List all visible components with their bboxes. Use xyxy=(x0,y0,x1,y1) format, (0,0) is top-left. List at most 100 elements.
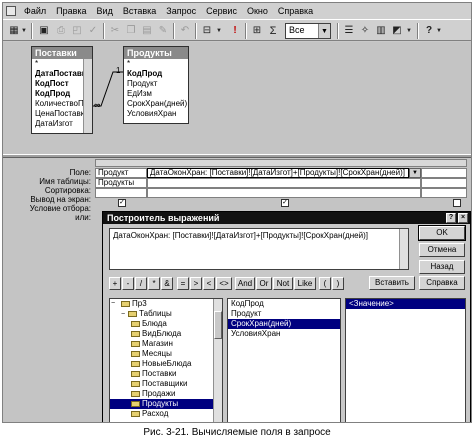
menu-view[interactable]: Вид xyxy=(92,6,118,16)
tree-item[interactable]: Расход xyxy=(110,409,222,419)
list-item-selected[interactable]: СрокХран(дней) xyxy=(228,319,340,329)
tree-item[interactable]: Месяцы xyxy=(110,349,222,359)
grid-field-cell[interactable]: Продукт xyxy=(95,168,147,178)
tree-item[interactable]: Поставщики xyxy=(110,379,222,389)
totals-icon[interactable]: Σ xyxy=(265,23,281,38)
chevron-down-icon[interactable]: ▼ xyxy=(318,24,330,38)
grid-sort-cell[interactable] xyxy=(147,188,421,198)
ok-button[interactable]: OK xyxy=(418,225,466,241)
operator-not-button[interactable]: Not xyxy=(273,277,293,290)
grid-field-cell-empty[interactable] xyxy=(421,168,467,178)
table-produkty[interactable]: Продукты * КодПрод Продукт ЕдИзм СрокХра… xyxy=(123,46,189,124)
menu-tools[interactable]: Сервис xyxy=(201,6,242,16)
scrollbar-thumb[interactable] xyxy=(214,311,222,339)
menu-window[interactable]: Окно xyxy=(242,6,273,16)
expression-folders-list[interactable]: − Пр3 − Таблицы Блюда ВидБлюда Магазин Мес… xyxy=(109,298,223,422)
grid-sort-cell[interactable] xyxy=(95,188,147,198)
format-painter-icon[interactable]: ✎ xyxy=(155,23,171,38)
operator-plus-button[interactable]: + xyxy=(109,277,121,290)
close-icon[interactable]: × xyxy=(458,213,468,223)
help-dropdown-icon[interactable]: ▼ xyxy=(435,23,443,38)
table-field[interactable]: СрокХран(дней) xyxy=(124,99,188,109)
show-table-icon[interactable]: ⊞ xyxy=(249,23,265,38)
tree-toggle-icon[interactable]: − xyxy=(111,299,115,309)
tree-toggle-icon[interactable]: − xyxy=(113,311,125,318)
copy-icon[interactable]: ❐ xyxy=(123,23,139,38)
operator-minus-button[interactable]: - xyxy=(122,277,134,290)
operator-like-button[interactable]: Like xyxy=(294,277,316,290)
chevron-down-icon[interactable]: ▼ xyxy=(409,168,421,178)
tree-item[interactable]: Магазин xyxy=(110,339,222,349)
menu-query[interactable]: Запрос xyxy=(161,6,201,16)
insert-button[interactable]: Вставить xyxy=(369,276,415,290)
table-field[interactable]: Продукт xyxy=(124,79,188,89)
grid-field-cell-calculated[interactable]: ДатаОконХран: [Поставки]![ДатаИзгот]+[Пр… xyxy=(147,168,409,178)
run-icon[interactable]: ! xyxy=(227,23,243,38)
operator-equal-button[interactable]: = xyxy=(177,277,189,290)
new-object-dropdown-icon[interactable]: ▼ xyxy=(405,23,413,38)
table-field[interactable]: ЕдИзм xyxy=(124,89,188,99)
tree-item[interactable]: Поставки xyxy=(110,369,222,379)
table-postavki[interactable]: Поставки * ДатаПоставки КодПост КодПрод … xyxy=(31,46,93,134)
cancel-button[interactable]: Отмена xyxy=(419,243,465,257)
table-field[interactable]: УсловияХран xyxy=(124,109,188,119)
menu-edit[interactable]: Правка xyxy=(51,6,91,16)
paste-icon[interactable]: ▤ xyxy=(139,23,155,38)
menu-insert[interactable]: Вставка xyxy=(118,6,161,16)
show-checkbox[interactable]: ✓ xyxy=(118,199,126,207)
query-type-icon[interactable]: ⊟ xyxy=(199,23,215,38)
list-item[interactable]: Продукт xyxy=(228,309,340,319)
undo-icon[interactable]: ↶ xyxy=(177,23,193,38)
save-icon[interactable]: ▣ xyxy=(36,23,52,38)
operator-open-paren-button[interactable]: ( xyxy=(319,277,331,290)
new-object-icon[interactable]: ◩ xyxy=(389,23,405,38)
expression-scrollbar[interactable] xyxy=(399,229,408,269)
help-button[interactable]: Справка xyxy=(419,276,465,290)
operator-concat-button[interactable]: & xyxy=(161,277,173,290)
help-icon[interactable]: ? xyxy=(446,213,456,223)
operator-and-button[interactable]: And xyxy=(235,277,255,290)
print-preview-icon[interactable]: ◰ xyxy=(69,23,85,38)
show-checkbox-empty[interactable] xyxy=(453,199,461,207)
list-item[interactable]: УсловияХран xyxy=(228,329,340,339)
list-item-selected[interactable]: <Значение> xyxy=(346,299,465,309)
query-type-dropdown-icon[interactable]: ▼ xyxy=(215,23,223,38)
operator-divide-button[interactable]: / xyxy=(135,277,147,290)
tree-item[interactable]: Продажи xyxy=(110,389,222,399)
tree-item[interactable]: ВидБлюда xyxy=(110,329,222,339)
operator-notequal-button[interactable]: <> xyxy=(216,277,232,290)
menu-file[interactable]: Файл xyxy=(19,6,51,16)
grid-table-cell[interactable] xyxy=(147,178,421,188)
operator-greater-button[interactable]: > xyxy=(190,277,202,290)
spelling-icon[interactable]: ✓ xyxy=(85,23,101,38)
cut-icon[interactable]: ✂ xyxy=(107,23,123,38)
grid-table-cell[interactable]: Продукты xyxy=(95,178,147,188)
folders-scrollbar[interactable] xyxy=(213,299,222,422)
operator-less-button[interactable]: < xyxy=(203,277,215,290)
expression-box[interactable]: ДатаОконХран: [Поставки]![ДатаИзгот]+[Пр… xyxy=(109,228,409,270)
show-checkbox[interactable]: ✓ xyxy=(281,199,289,207)
grid-table-cell-empty[interactable] xyxy=(421,178,467,188)
table-field[interactable]: * xyxy=(124,59,188,69)
grid-sort-cell-empty[interactable] xyxy=(421,188,467,198)
view-dropdown-icon[interactable]: ▼ xyxy=(20,23,28,38)
properties-icon[interactable]: ☰ xyxy=(341,23,357,38)
tree-item[interactable]: − Таблицы xyxy=(110,309,222,319)
operator-multiply-button[interactable]: * xyxy=(148,277,160,290)
back-button[interactable]: Назад xyxy=(419,260,465,274)
menu-help[interactable]: Справка xyxy=(273,6,318,16)
expression-fields-list[interactable]: КодПрод Продукт СрокХран(дней) УсловияХр… xyxy=(227,298,341,422)
system-menu-icon[interactable] xyxy=(6,6,16,16)
operator-or-button[interactable]: Or xyxy=(256,277,272,290)
list-item[interactable]: КодПрод xyxy=(228,299,340,309)
build-icon[interactable]: ✧ xyxy=(357,23,373,38)
tree-item[interactable]: Блюда xyxy=(110,319,222,329)
dialog-titlebar[interactable]: Построитель выражений ? × xyxy=(103,212,470,224)
operator-close-paren-button[interactable]: ) xyxy=(332,277,344,290)
database-window-icon[interactable]: ▥ xyxy=(373,23,389,38)
top-values-combo[interactable]: Все ▼ xyxy=(285,23,331,39)
print-icon[interactable]: ⎙ xyxy=(53,23,69,38)
tree-item[interactable]: − Пр3 xyxy=(110,299,222,309)
expression-values-list[interactable]: <Значение> xyxy=(345,298,466,422)
column-selectors[interactable] xyxy=(95,159,467,167)
